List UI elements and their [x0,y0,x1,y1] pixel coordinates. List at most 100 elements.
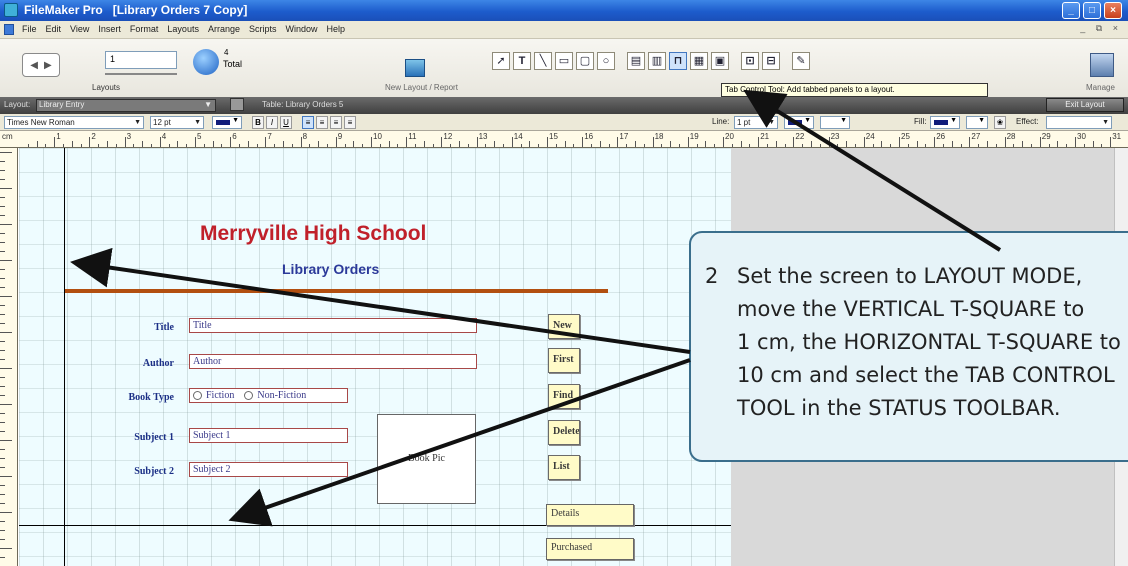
subject2-label[interactable]: Subject 2 [100,466,174,477]
title-label[interactable]: Title [130,322,174,333]
delete-button[interactable]: Delete [548,420,580,445]
list-button[interactable]: List [548,455,580,480]
layout-number-input[interactable]: 1 [105,51,177,69]
rectangle-tool-icon[interactable]: ▭ [555,52,573,70]
ruler-minor-tick [177,141,179,147]
font-select[interactable]: Times New Roman ▼ [4,116,144,129]
school-title[interactable]: Merryville High School [200,222,426,246]
ruler-tick [300,137,302,147]
menu-format[interactable]: Format [130,24,159,34]
vertical-t-square[interactable] [64,148,65,566]
bold-button[interactable]: B [252,116,264,129]
details-button[interactable]: Details [546,504,634,526]
vertical-ruler-tick [0,323,5,324]
align-left-icon[interactable]: ≡ [302,116,314,129]
align-justify-icon[interactable]: ≡ [344,116,356,129]
book-type-field[interactable]: Fiction Non-Fiction [189,388,348,403]
menu-window[interactable]: Window [286,24,318,34]
button-tool-icon[interactable]: ⊡ [741,52,759,70]
maximize-button[interactable]: □ [1083,2,1101,19]
author-field[interactable]: Author [189,354,477,369]
line-width-select[interactable]: 1 pt ▼ [734,116,778,129]
ruler-minor-tick [450,144,452,147]
new-layout-icon[interactable] [405,59,425,77]
portal-tool-icon[interactable]: ▣ [711,52,729,70]
first-button[interactable]: First [548,348,580,373]
pointer-tool-icon[interactable]: ➚ [492,52,510,70]
layout-slider[interactable] [105,73,177,75]
italic-button[interactable]: I [266,116,278,129]
fiction-radio[interactable] [193,391,202,400]
line-tool-icon[interactable]: ╲ [534,52,552,70]
vertical-ruler-tick [0,413,5,414]
menu-scripts[interactable]: Scripts [249,24,277,34]
ruler-unit: cm [2,132,13,141]
layout-navigator[interactable]: ◀ ▶ [22,53,60,77]
font-size-select[interactable]: 12 pt ▼ [150,116,204,129]
chart-tool-icon[interactable]: ⊟ [762,52,780,70]
find-button[interactable]: Find [548,384,580,409]
align-right-icon[interactable]: ≡ [330,116,342,129]
fill-label: Fill: [914,117,927,126]
subject2-field[interactable]: Subject 2 [189,462,348,477]
layout-total-icon [193,49,219,75]
book-type-label[interactable]: Book Type [86,392,174,403]
title-field[interactable]: Title [189,318,477,333]
manage-icon[interactable] [1090,53,1114,77]
layout-subtitle[interactable]: Library Orders [282,261,379,277]
line-pattern-swatch[interactable]: ▼ [820,116,850,129]
layout-select[interactable]: Library Entry ▼ [36,99,216,112]
new-button[interactable]: New [548,314,580,339]
field-control-tool-icon[interactable]: ▥ [648,52,666,70]
menu-layouts[interactable]: Layouts [167,24,199,34]
text-color-swatch[interactable]: ▼ [212,116,242,129]
new-layout-label[interactable]: New Layout / Report [385,83,458,92]
filemaker-window: FileMaker Pro [Library Orders 7 Copy] _ … [0,0,1128,566]
vertical-ruler-tick [0,404,12,405]
effect-select[interactable]: ▼ [1046,116,1112,129]
menu-view[interactable]: View [70,24,89,34]
align-center-icon[interactable]: ≡ [316,116,328,129]
ruler-minor-tick [45,144,47,147]
header-divider[interactable] [65,289,608,293]
edit-layout-icon[interactable] [230,98,244,111]
format-painter-icon[interactable]: ✎ [792,52,810,70]
minimize-button[interactable]: _ [1062,2,1080,19]
manage-label[interactable]: Manage [1086,83,1115,92]
nonfiction-radio[interactable] [244,391,254,400]
subject1-field[interactable]: Subject 1 [189,428,348,443]
oval-tool-icon[interactable]: ○ [597,52,615,70]
web-viewer-tool-icon[interactable]: ▦ [690,52,708,70]
fill-pattern-swatch[interactable]: ▼ [966,116,988,129]
underline-button[interactable]: U [280,116,292,129]
callout-line-2: move the VERTICAL T-SQUARE to [737,297,1085,321]
menu-arrange[interactable]: Arrange [208,24,240,34]
previous-icon[interactable]: ◀ [30,60,38,71]
menu-edit[interactable]: Edit [46,24,62,34]
line-color-swatch[interactable]: ▼ [784,116,814,129]
menu-help[interactable]: Help [327,24,346,34]
close-button[interactable]: × [1104,2,1122,19]
subject1-label[interactable]: Subject 1 [100,432,174,443]
tab-control-tool-icon[interactable]: ⊓ [669,52,687,70]
document-window-controls[interactable]: _ ⧉ × [1080,23,1122,34]
ruler-minor-tick [890,144,892,147]
fill-color-swatch[interactable]: ▼ [930,116,960,129]
vertical-ruler-tick [0,530,5,531]
purchased-button[interactable]: Purchased [546,538,634,560]
menu-file[interactable]: File [22,24,37,34]
ruler-tick [863,137,865,147]
book-pic-container[interactable]: Book Pic [377,414,476,504]
vertical-ruler-tick [0,251,5,252]
field-tool-icon[interactable]: ▤ [627,52,645,70]
text-tool-icon[interactable]: T [513,52,531,70]
ruler-minor-tick [811,141,812,147]
ruler-minor-tick [538,144,540,147]
exit-layout-button[interactable]: Exit Layout [1046,98,1124,112]
author-label[interactable]: Author [108,358,174,369]
horizontal-ruler: cm 1 2 3 4 5 6 7 8 9 10 11 12 13 14 15 16 17 18 19 20 21 22 23… [0,131,1128,148]
next-icon[interactable]: ▶ [44,60,52,71]
menu-insert[interactable]: Insert [98,24,121,34]
effects-icon[interactable]: ❀ [994,116,1006,129]
rounded-rectangle-tool-icon[interactable]: ▢ [576,52,594,70]
